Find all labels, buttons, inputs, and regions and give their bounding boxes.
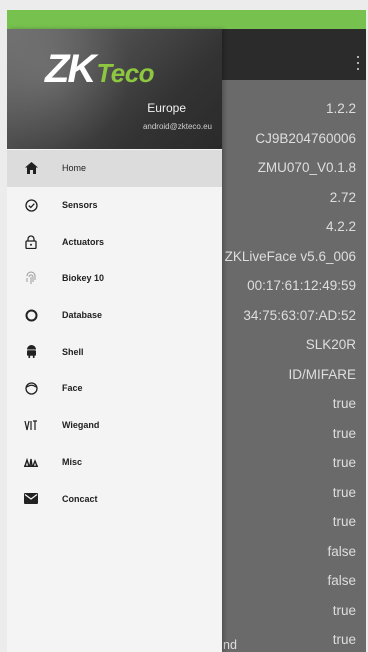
home-icon	[23, 160, 39, 176]
menu-item-home[interactable]: Home	[7, 150, 222, 187]
zkteco-logo: ZK Teco	[45, 47, 155, 91]
menu-item-label: Misc	[62, 456, 83, 467]
menu-item-label: Face	[62, 383, 83, 394]
logo-zk-text: ZK	[45, 47, 96, 91]
menu-item-label: Biokey 10	[62, 273, 105, 284]
truncated-label: nd	[223, 638, 237, 652]
menu-item-biokey[interactable]: Biokey 10	[7, 260, 222, 297]
menu-item-label: Wiegand	[62, 420, 100, 431]
overflow-menu-icon[interactable]	[356, 56, 360, 70]
logo-teco-text: Teco	[96, 58, 155, 88]
face-icon	[23, 380, 39, 396]
android-icon	[23, 344, 39, 360]
menu-item-database[interactable]: Database	[7, 297, 222, 334]
menu-item-shell[interactable]: Shell	[7, 333, 222, 370]
menu-item-misc[interactable]: Misc	[7, 444, 222, 481]
menu-item-wiegand[interactable]: Wiegand	[7, 407, 222, 444]
misc-icon	[23, 454, 39, 470]
menu-item-sensors[interactable]: Sensors	[7, 187, 222, 224]
check-circle-icon	[23, 197, 39, 213]
menu-item-label: Sensors	[62, 200, 98, 211]
menu-item-contact[interactable]: Concact	[7, 480, 222, 517]
phone-screen: 1.2.2 CJ9B204760006 ZMU070_V0.1.8 2.72 4…	[7, 10, 366, 652]
menu-item-label: Shell	[62, 346, 84, 357]
ring-icon	[23, 307, 39, 323]
status-bar	[7, 10, 366, 29]
menu-item-actuators[interactable]: Actuators	[7, 223, 222, 260]
lock-icon	[23, 234, 39, 250]
navigation-drawer: ZK Teco Europe android@zkteco.eu Home Se…	[7, 29, 222, 652]
menu-item-face[interactable]: Face	[7, 370, 222, 407]
menu-item-label: Home	[62, 163, 87, 174]
wiegand-icon	[23, 417, 39, 433]
drawer-header: ZK Teco Europe android@zkteco.eu	[7, 29, 222, 149]
mail-icon	[23, 491, 39, 507]
menu-item-label: Concact	[62, 493, 98, 504]
menu-item-label: Database	[62, 310, 103, 321]
account-email: android@zkteco.eu	[142, 122, 212, 131]
region-label: Europe	[147, 101, 186, 115]
fingerprint-icon	[23, 270, 39, 286]
drawer-menu: Home Sensors Actuators Biokey 10 Databas…	[7, 150, 222, 517]
menu-item-label: Actuators	[62, 236, 105, 247]
